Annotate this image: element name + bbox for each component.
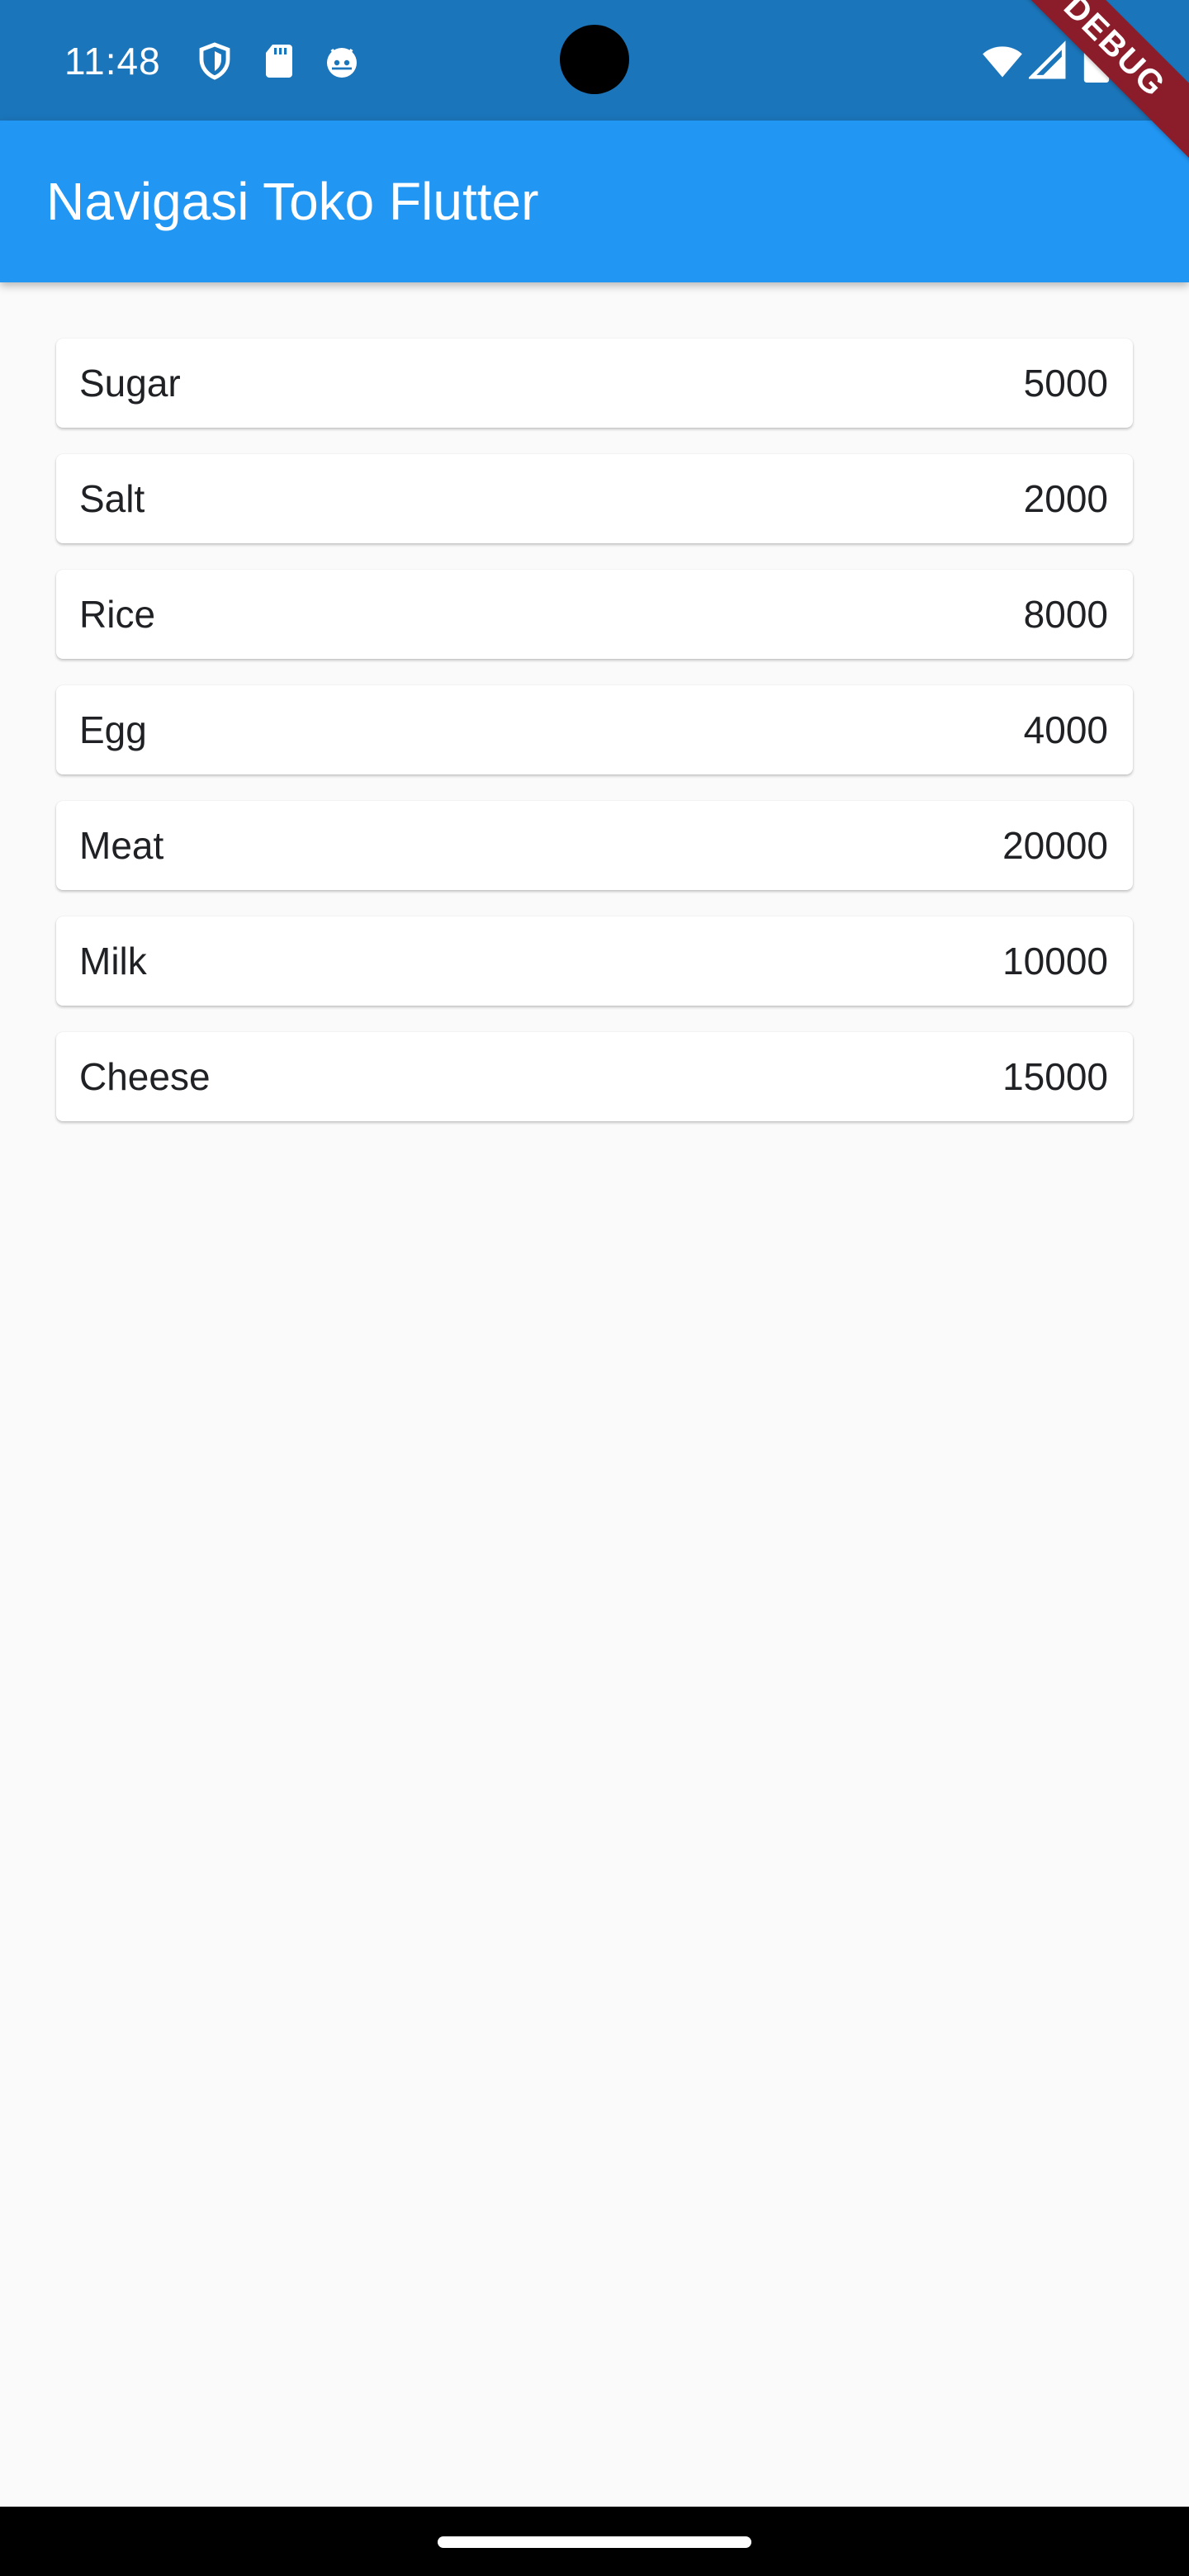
product-price: 20000	[1002, 824, 1108, 867]
product-name: Salt	[79, 477, 145, 520]
product-price: 4000	[1023, 708, 1108, 751]
product-price: 5000	[1023, 362, 1108, 405]
product-card-meat[interactable]: Meat 20000	[56, 801, 1133, 890]
product-name: Sugar	[79, 362, 181, 405]
product-name: Egg	[79, 708, 147, 751]
system-nav-bar	[0, 2507, 1189, 2576]
app-title: Navigasi Toko Flutter	[46, 172, 539, 231]
app-bar: Navigasi Toko Flutter	[0, 121, 1189, 282]
status-time: 11:48	[64, 40, 161, 83]
product-price: 15000	[1002, 1055, 1108, 1098]
product-price: 10000	[1002, 940, 1108, 983]
product-card-milk[interactable]: Milk 10000	[56, 916, 1133, 1006]
sd-card-icon	[259, 40, 299, 83]
wifi-icon	[981, 40, 1024, 83]
product-name: Rice	[79, 593, 156, 636]
product-card-egg[interactable]: Egg 4000	[56, 685, 1133, 774]
android-icon	[322, 40, 362, 83]
product-list: Sugar 5000 Salt 2000 Rice 8000 Egg 4000 …	[56, 339, 1133, 1148]
product-name: Meat	[79, 824, 164, 867]
camera-cutout	[560, 25, 629, 94]
product-price: 8000	[1023, 593, 1108, 636]
product-card-salt[interactable]: Salt 2000	[56, 454, 1133, 543]
product-name: Milk	[79, 940, 147, 983]
product-card-rice[interactable]: Rice 8000	[56, 570, 1133, 659]
product-name: Cheese	[79, 1055, 211, 1098]
product-card-sugar[interactable]: Sugar 5000	[56, 339, 1133, 428]
product-price: 2000	[1023, 477, 1108, 520]
home-gesture-handle[interactable]	[438, 2536, 751, 2548]
shield-icon	[195, 40, 234, 83]
cell-signal-icon	[1029, 40, 1067, 83]
product-card-cheese[interactable]: Cheese 15000	[56, 1032, 1133, 1121]
status-bar: 11:48	[0, 0, 1189, 121]
